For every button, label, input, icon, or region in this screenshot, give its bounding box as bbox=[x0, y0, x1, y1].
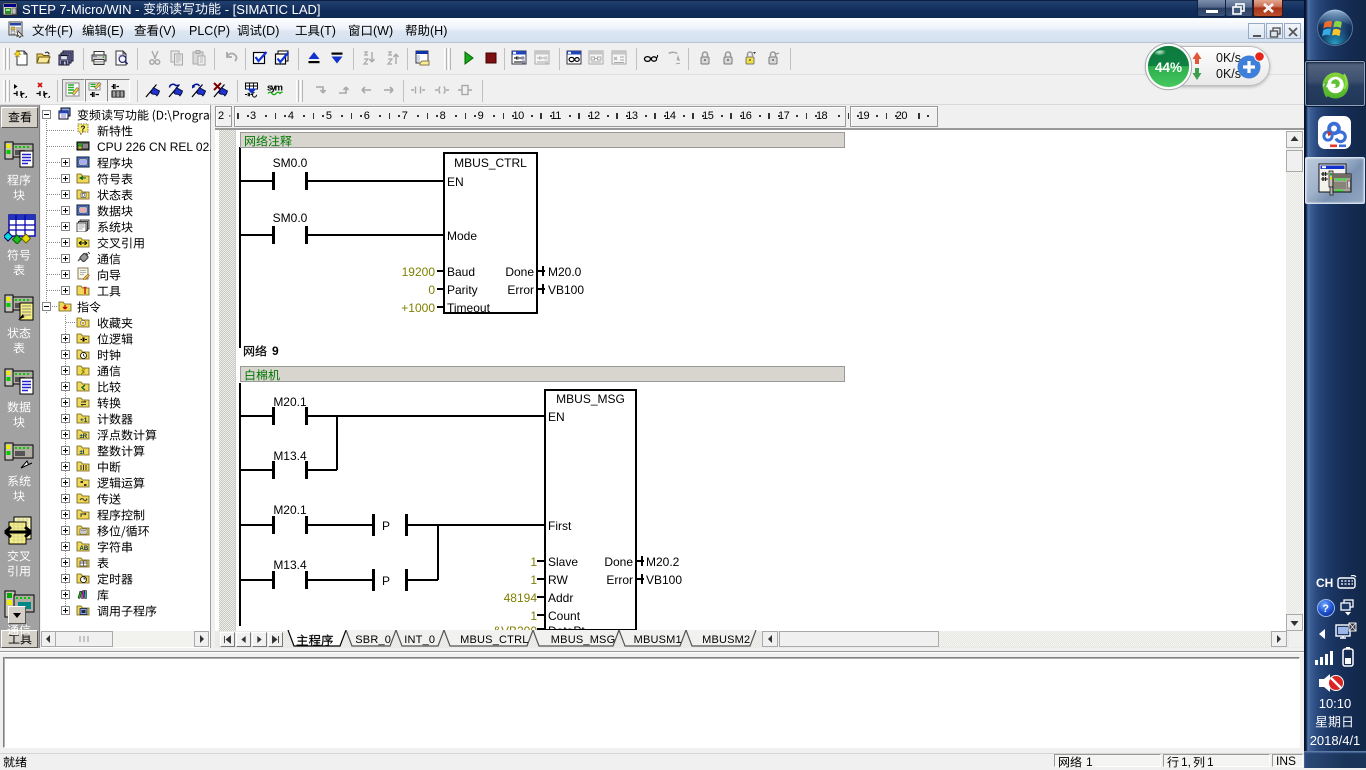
svg-text:44%: 44% bbox=[1155, 60, 1182, 75]
svg-text:?: ? bbox=[1322, 603, 1329, 615]
svg-text:+1: +1 bbox=[80, 417, 88, 424]
svg-text:0: 0 bbox=[82, 193, 85, 199]
svg-text:AB: AB bbox=[80, 546, 89, 552]
svg-text:?: ? bbox=[81, 125, 86, 134]
svg-text:±I: ±I bbox=[80, 450, 85, 456]
svg-text:±R: ±R bbox=[80, 434, 88, 440]
